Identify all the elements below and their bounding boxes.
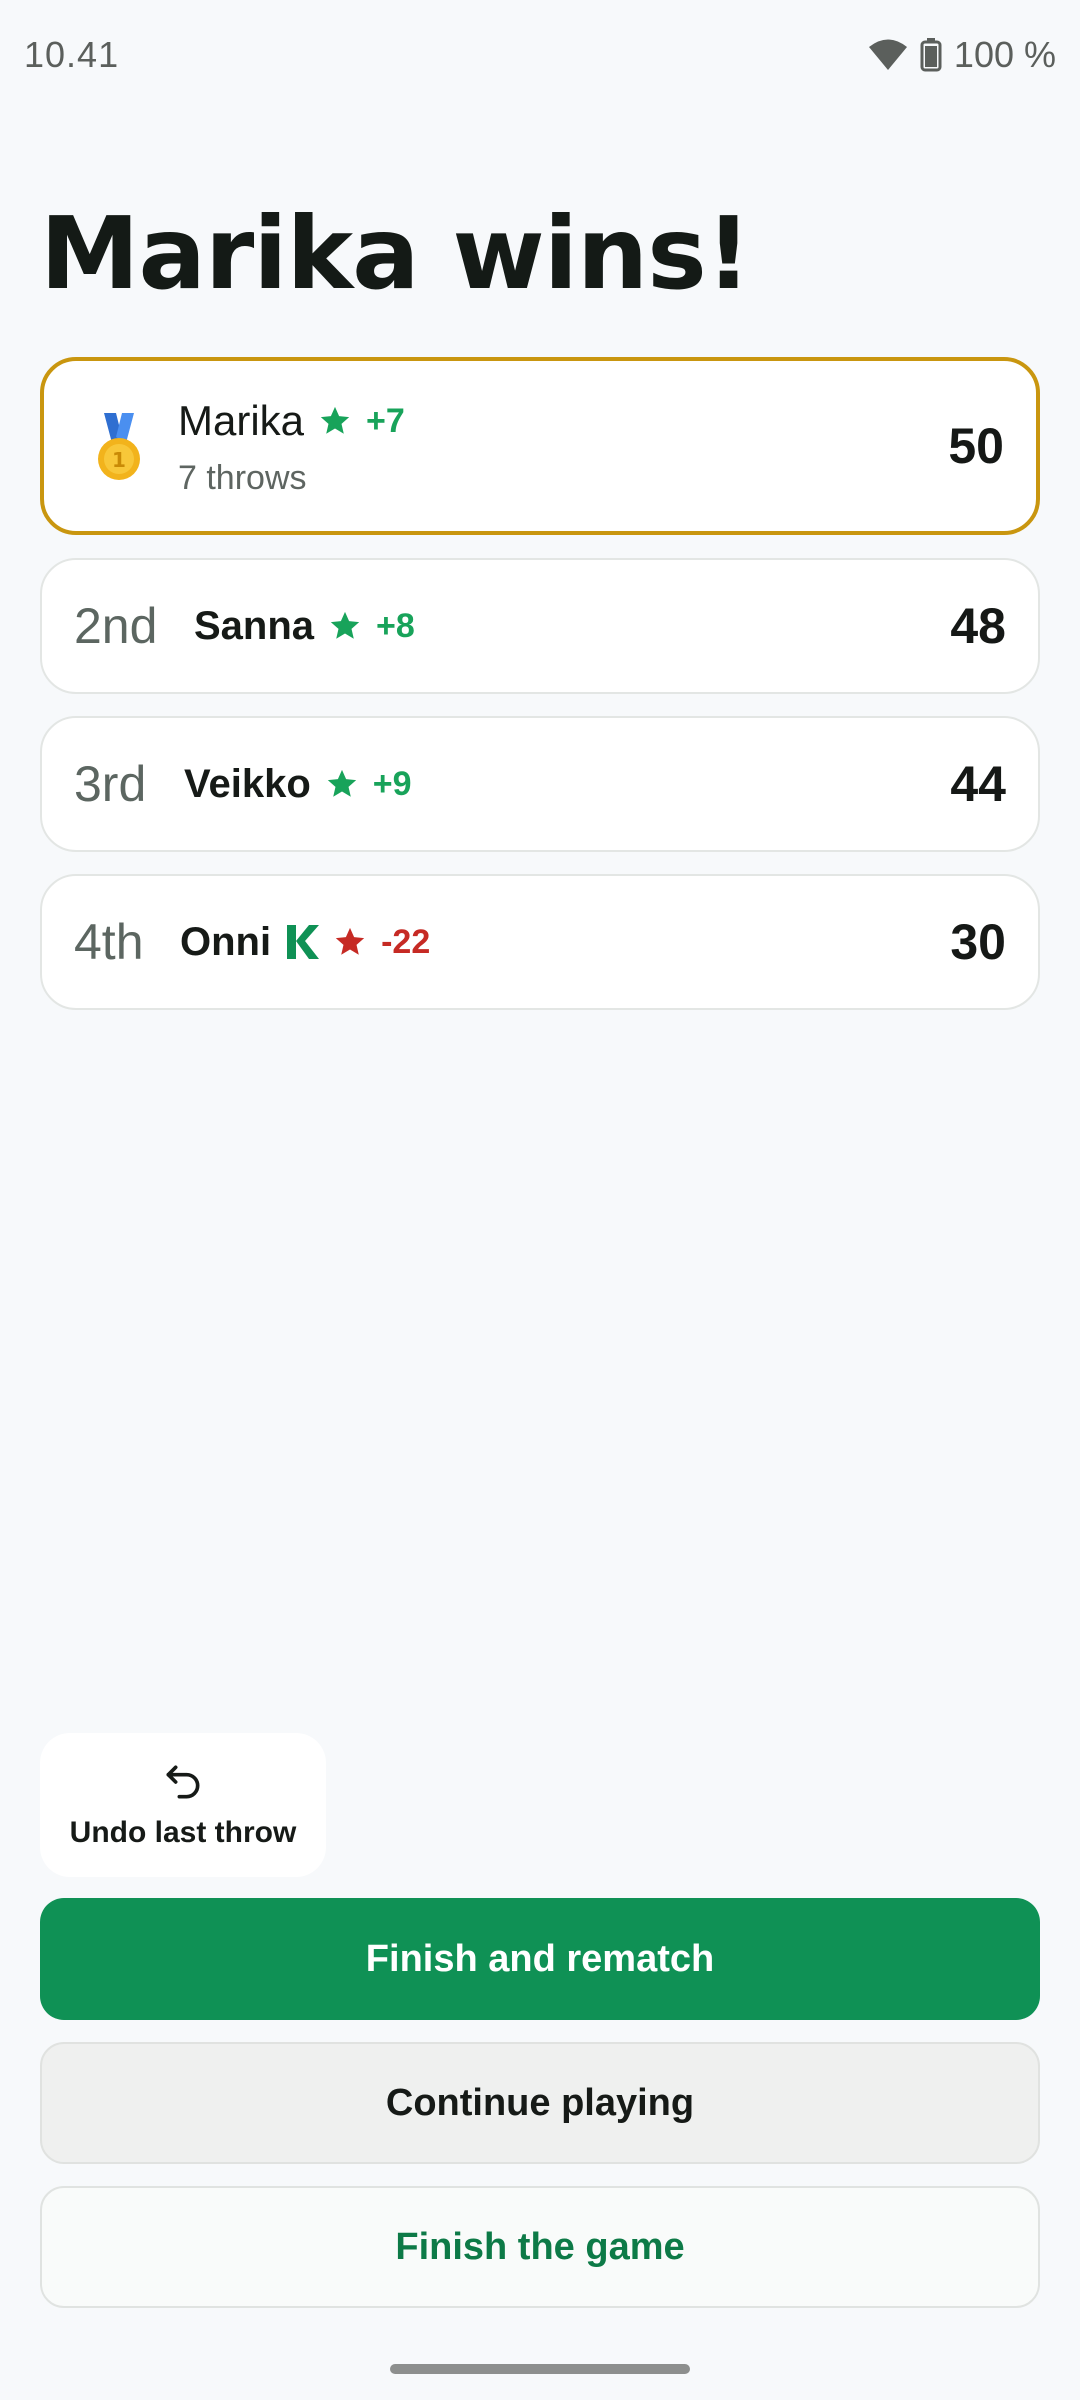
page-title: Marika wins! [40,195,751,312]
winner-card: 1 Marika +7 7 throws 50 [40,357,1040,535]
rank-label: 2nd [74,598,158,654]
winner-info: Marika +7 7 throws [178,397,405,498]
svg-text:1: 1 [112,448,126,472]
player-score: 50 [948,418,1004,474]
player-name-line: Onni -22 [180,920,430,965]
star-icon [328,609,362,643]
player-name: Veikko [184,761,311,806]
continue-playing-button[interactable]: Continue playing [40,2042,1040,2164]
status-time: 10.41 [24,34,120,75]
throw-count: 7 throws [178,459,307,497]
player-name-line: Veikko +9 [184,762,412,807]
rating-delta: +7 [366,401,405,440]
undo-icon [161,1760,205,1804]
wifi-icon [868,38,908,72]
battery-icon [920,38,942,72]
rating-delta: +9 [372,764,412,803]
player-score: 44 [950,756,1006,812]
player-name: Sanna [194,603,315,648]
undo-last-throw-button[interactable]: Undo last throw [40,1733,326,1877]
ranking-row: 2nd Sanna +8 48 [40,558,1040,694]
star-icon [318,404,352,438]
star-icon [325,767,359,801]
gold-medal-icon: 1 [88,413,150,483]
rating-delta: -22 [381,922,431,961]
finish-and-rematch-button[interactable]: Finish and rematch [40,1898,1040,2020]
player-score: 30 [950,914,1006,970]
player-name: Onni [180,919,272,964]
ranking-row: 3rd Veikko +9 44 [40,716,1040,852]
winner-name-line: Marika +7 [178,397,405,445]
player-name: Marika [178,397,305,444]
status-bar: 10.41 100 % [0,0,1080,110]
rank-label: 3rd [74,756,147,812]
battery-percentage: 100 % [953,34,1056,75]
rank-label: 4th [74,914,144,970]
rating-delta: +8 [376,606,415,645]
status-indicators: 100 % [868,34,1056,76]
finish-the-game-button[interactable]: Finish the game [40,2186,1040,2308]
player-name-line: Sanna +8 [194,604,415,649]
ranking-row: 4th Onni -22 30 [40,874,1040,1010]
undo-label: Undo last throw [69,1816,297,1849]
star-icon [333,925,367,959]
player-score: 48 [950,598,1006,654]
k-badge-icon [285,924,320,960]
home-indicator[interactable] [390,2364,690,2374]
